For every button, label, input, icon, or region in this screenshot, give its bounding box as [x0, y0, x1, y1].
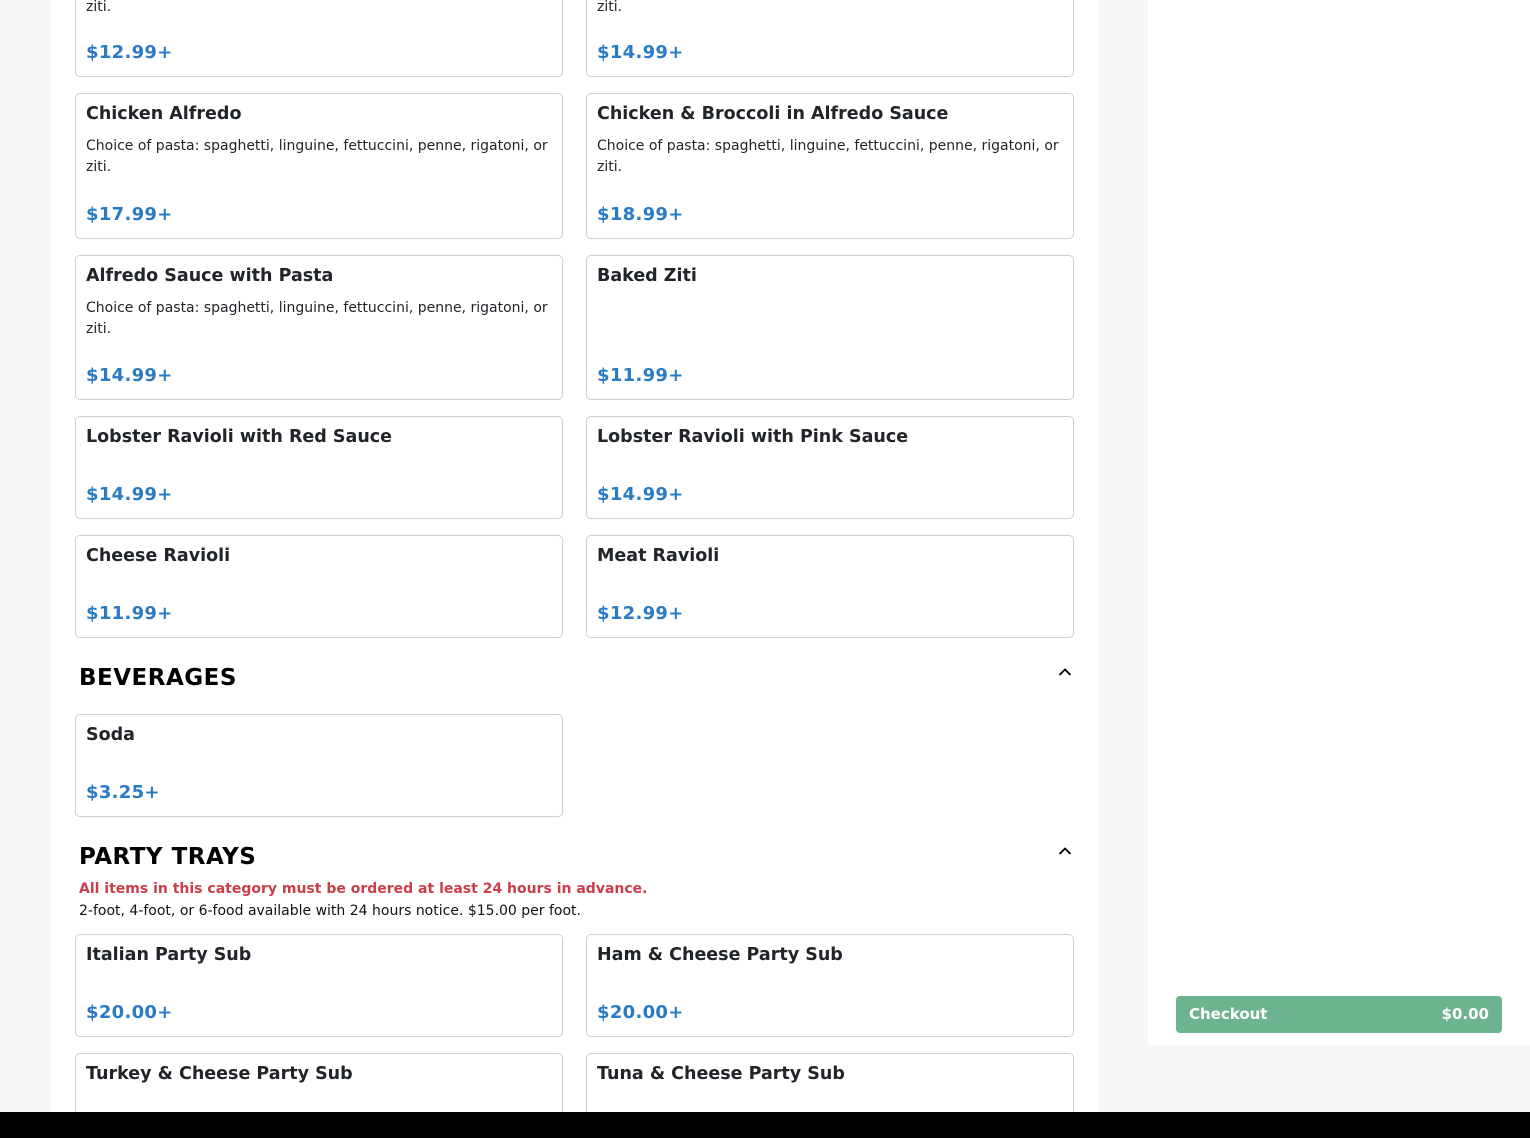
section-description: 2-foot, 4-foot, or 6-food available with…: [79, 903, 581, 919]
item-price: $14.99+: [597, 42, 684, 63]
menu-item-card[interactable]: ziti. $14.99+: [586, 0, 1074, 77]
checkout-label: Checkout: [1189, 1005, 1268, 1023]
item-price: $11.99+: [597, 365, 684, 386]
item-price: $20.00+: [86, 1002, 173, 1023]
bottom-bar: [0, 1112, 1530, 1138]
item-price: $12.99+: [597, 603, 684, 624]
item-price: $3.25+: [86, 782, 160, 803]
item-name: Chicken Alfredo: [86, 104, 242, 124]
item-name: Lobster Ravioli with Pink Sauce: [597, 427, 909, 447]
section-title-beverages: BEVERAGES: [79, 665, 237, 691]
cart-panel: [1148, 0, 1530, 1045]
item-description: Choice of pasta: spaghetti, linguine, fe…: [86, 138, 548, 175]
item-description: ziti.: [86, 0, 112, 15]
item-description: Choice of pasta: spaghetti, linguine, fe…: [597, 138, 1059, 175]
item-name: Alfredo Sauce with Pasta: [86, 266, 334, 286]
item-name: Chicken & Broccoli in Alfredo Sauce: [597, 104, 949, 124]
menu-item-card[interactable]: Lobster Ravioli with Pink Sauce $14.99+: [586, 416, 1074, 519]
menu-item-card[interactable]: Lobster Ravioli with Red Sauce $14.99+: [75, 416, 563, 519]
item-name: Lobster Ravioli with Red Sauce: [86, 427, 393, 447]
chevron-up-icon[interactable]: [1058, 667, 1072, 677]
menu-item-card[interactable]: Italian Party Sub $20.00+: [75, 934, 563, 1037]
menu-item-card[interactable]: ziti. $12.99+: [75, 0, 563, 77]
menu-item-card[interactable]: Tuna & Cheese Party Sub: [586, 1053, 1074, 1112]
item-name: Soda: [86, 725, 135, 745]
item-name: Ham & Cheese Party Sub: [597, 945, 843, 965]
menu-item-card[interactable]: Cheese Ravioli $11.99+: [75, 535, 563, 638]
advance-order-notice: All items in this category must be order…: [79, 881, 648, 897]
chevron-up-icon[interactable]: [1058, 846, 1072, 856]
item-price: $14.99+: [597, 484, 684, 505]
item-price: $12.99+: [86, 42, 173, 63]
menu-item-card[interactable]: Alfredo Sauce with Pasta Choice of pasta…: [75, 255, 563, 400]
menu-item-card[interactable]: Baked Ziti $11.99+: [586, 255, 1074, 400]
item-name: Meat Ravioli: [597, 546, 720, 566]
menu-item-card[interactable]: Ham & Cheese Party Sub $20.00+: [586, 934, 1074, 1037]
item-name: Turkey & Cheese Party Sub: [86, 1064, 353, 1084]
item-name: Baked Ziti: [597, 266, 697, 286]
menu-item-card[interactable]: Soda $3.25+: [75, 714, 563, 817]
menu-item-card[interactable]: Turkey & Cheese Party Sub: [75, 1053, 563, 1112]
item-price: $11.99+: [86, 603, 173, 624]
item-name: Italian Party Sub: [86, 945, 252, 965]
item-description: Choice of pasta: spaghetti, linguine, fe…: [86, 300, 548, 337]
item-name: Cheese Ravioli: [86, 546, 231, 566]
cart-total: $0.00: [1441, 1005, 1489, 1023]
item-price: $20.00+: [597, 1002, 684, 1023]
item-price: $18.99+: [597, 204, 684, 225]
checkout-button[interactable]: Checkout $0.00: [1176, 996, 1502, 1033]
section-title-party-trays: PARTY TRAYS: [79, 844, 257, 870]
item-price: $17.99+: [86, 204, 173, 225]
menu-column: ziti. $12.99+ ziti. $14.99+ Chicken Alfr…: [51, 0, 1099, 1112]
item-price: $14.99+: [86, 365, 173, 386]
item-description: ziti.: [597, 0, 623, 15]
item-price: $14.99+: [86, 484, 173, 505]
menu-item-card[interactable]: Meat Ravioli $12.99+: [586, 535, 1074, 638]
menu-item-card[interactable]: Chicken & Broccoli in Alfredo Sauce Choi…: [586, 93, 1074, 239]
menu-item-card[interactable]: Chicken Alfredo Choice of pasta: spaghet…: [75, 93, 563, 239]
item-name: Tuna & Cheese Party Sub: [597, 1064, 845, 1084]
